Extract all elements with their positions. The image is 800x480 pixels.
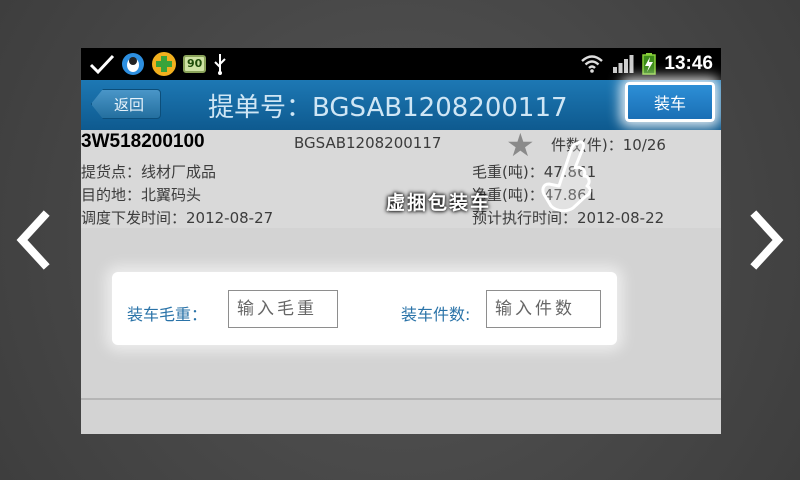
pointing-hand-icon — [541, 140, 592, 213]
tutorial-tip: 虚捆包装车 — [386, 192, 492, 214]
battery-charging-icon — [642, 53, 657, 75]
load-input-card: 装车毛重： 输入毛重 装车件数: 输入件数 — [112, 272, 617, 345]
clock: 13:46 — [664, 53, 713, 74]
checkmark-icon — [89, 54, 115, 75]
phone-screen: 90 13:46 返回 提单号：BGSAB1208200117 装车 3W518… — [81, 48, 721, 434]
star-icon[interactable]: ★ — [506, 129, 535, 161]
back-button[interactable]: 返回 — [91, 89, 161, 119]
usb-icon — [214, 54, 227, 75]
destination: 目的地：北翼码头 — [81, 186, 202, 204]
wifi-icon — [581, 55, 604, 73]
page-title: 提单号：BGSAB1208200117 — [208, 93, 568, 123]
previous-arrow-icon[interactable] — [14, 208, 54, 272]
divider — [81, 398, 721, 400]
signal-icon — [613, 55, 634, 73]
dispatch-time: 调度下发时间：2012-08-27 — [81, 209, 274, 227]
count-label: 装车件数: — [401, 305, 471, 324]
weight-label: 装车毛重： — [127, 305, 208, 324]
plus-app-icon — [152, 52, 176, 76]
pickup-point: 提货点：线材厂成品 — [81, 163, 217, 181]
title-bar: 返回 提单号：BGSAB1208200117 装车 — [81, 80, 721, 130]
status-bar: 90 13:46 — [81, 48, 721, 80]
bill-number: BGSAB1208200117 — [294, 134, 442, 152]
battery-level-badge: 90 — [183, 55, 207, 73]
load-button[interactable]: 装车 — [625, 82, 715, 122]
count-input[interactable]: 输入件数 — [486, 290, 601, 328]
next-arrow-icon[interactable] — [746, 208, 786, 272]
weight-input[interactable]: 输入毛重 — [228, 290, 338, 328]
qq-penguin-icon — [122, 53, 144, 75]
order-code: 3W518200100 — [81, 131, 205, 152]
